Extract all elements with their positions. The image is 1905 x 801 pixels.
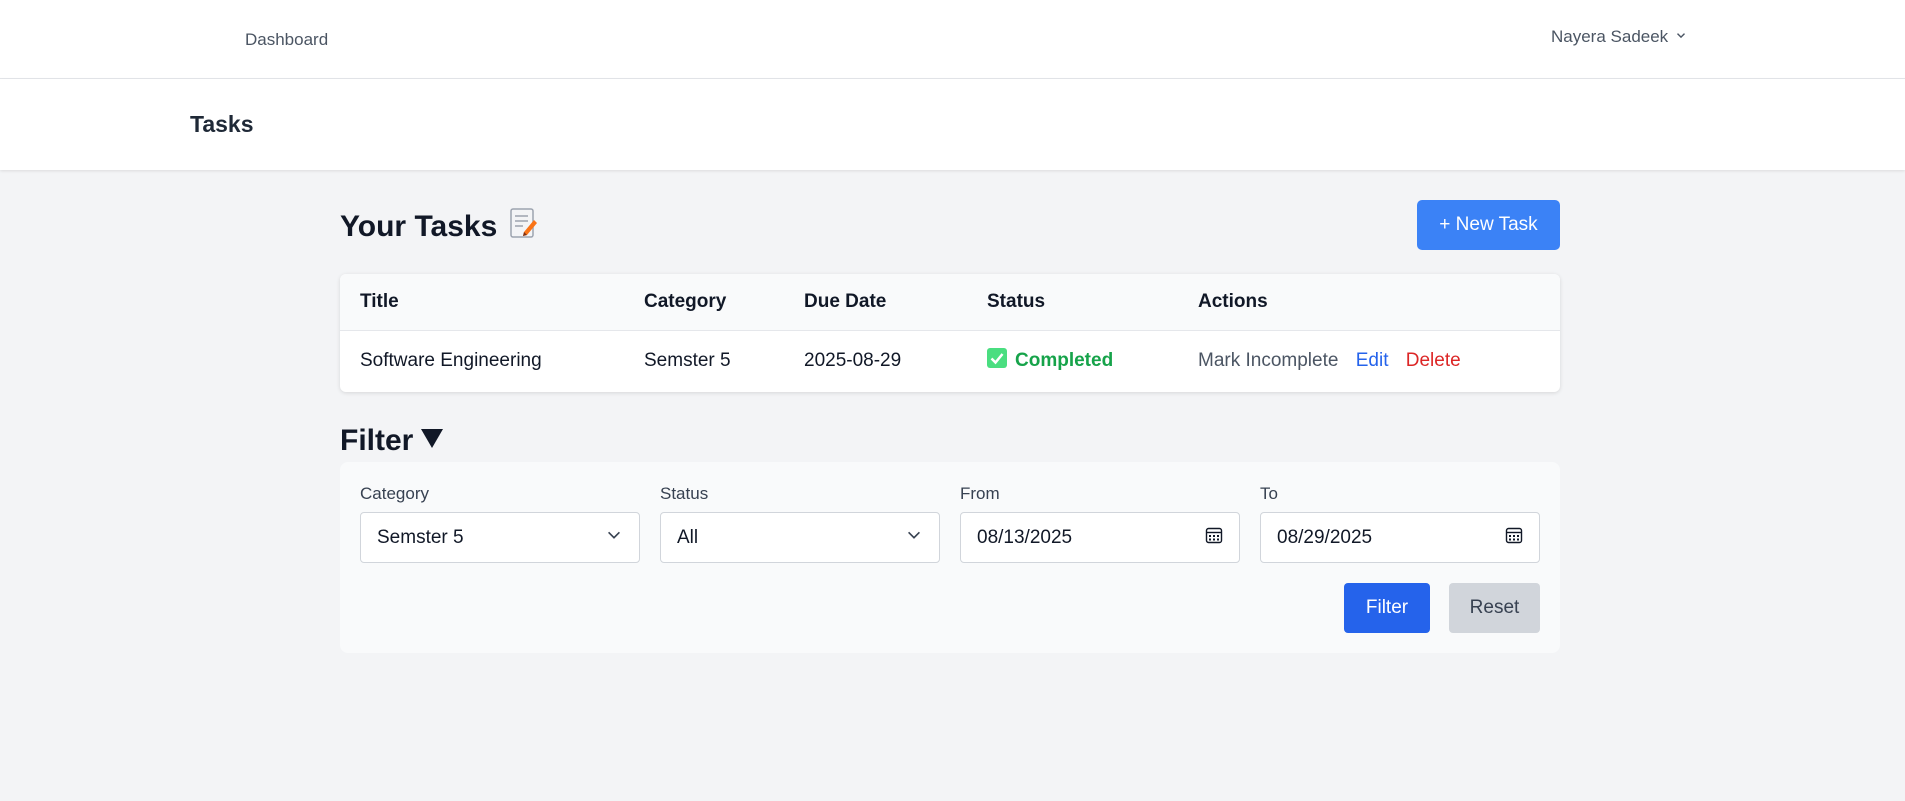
new-task-button[interactable]: + New Task <box>1417 200 1560 250</box>
chevron-down-icon <box>1674 27 1688 47</box>
user-menu[interactable]: Nayera Sadeek <box>1551 27 1688 47</box>
calendar-icon[interactable] <box>1205 526 1223 550</box>
status-select[interactable]: All <box>660 512 940 563</box>
task-due-date: 2025-08-29 <box>804 350 902 371</box>
to-date-input[interactable]: 08/29/2025 <box>1260 512 1540 563</box>
top-navigation: Dashboard Nayera Sadeek <box>0 0 1905 79</box>
status-label: Status <box>660 484 709 503</box>
from-date-group: From 08/13/2025 <box>960 484 1240 563</box>
from-date-value: 08/13/2025 <box>977 526 1073 548</box>
status-text: Completed <box>1015 350 1114 371</box>
to-date-value: 08/29/2025 <box>1277 526 1373 548</box>
column-header-category: Category <box>624 274 784 331</box>
edit-link[interactable]: Edit <box>1356 350 1389 371</box>
filter-panel: Category Semster 5 Status All From 08/13… <box>340 462 1560 653</box>
page-header: Tasks <box>0 79 1905 170</box>
category-filter-group: Category Semster 5 <box>360 484 640 563</box>
table-header-row: Title Category Due Date Status Actions <box>340 274 1560 331</box>
status-filter-group: Status All <box>660 484 940 563</box>
filter-heading: Filter <box>340 424 445 458</box>
from-date-input[interactable]: 08/13/2025 <box>960 512 1240 563</box>
table-row: Software Engineering Semster 5 2025-08-2… <box>340 330 1560 392</box>
from-label: From <box>960 484 1000 503</box>
triangle-down-icon <box>419 424 445 458</box>
nav-link-dashboard[interactable]: Dashboard <box>245 30 328 50</box>
to-date-group: To 08/29/2025 <box>1260 484 1540 563</box>
tasks-heading-text: Your Tasks <box>340 210 498 243</box>
to-label: To <box>1260 484 1278 503</box>
category-select[interactable]: Semster 5 <box>360 512 640 563</box>
mark-incomplete-link[interactable]: Mark Incomplete <box>1198 350 1338 371</box>
task-category: Semster 5 <box>644 350 731 371</box>
check-icon <box>987 348 1007 374</box>
status-badge: Completed <box>987 331 1178 392</box>
chevron-down-icon <box>905 526 923 550</box>
category-select-value: Semster 5 <box>377 526 464 548</box>
category-label: Category <box>360 484 429 503</box>
column-header-due-date: Due Date <box>784 274 967 331</box>
user-name: Nayera Sadeek <box>1551 27 1669 46</box>
reset-button[interactable]: Reset <box>1449 583 1540 633</box>
delete-link[interactable]: Delete <box>1406 350 1461 371</box>
filter-button[interactable]: Filter <box>1344 583 1430 633</box>
column-header-title: Title <box>340 274 624 331</box>
status-select-value: All <box>677 526 699 548</box>
chevron-down-icon <box>605 526 623 550</box>
filter-heading-text: Filter <box>340 424 414 457</box>
task-title: Software Engineering <box>360 350 542 371</box>
memo-icon <box>509 207 539 247</box>
tasks-table: Title Category Due Date Status Actions S… <box>340 274 1560 392</box>
calendar-icon[interactable] <box>1505 526 1523 550</box>
tasks-heading: Your Tasks <box>340 207 539 247</box>
column-header-actions: Actions <box>1178 274 1560 331</box>
column-header-status: Status <box>967 274 1178 331</box>
page-title: Tasks <box>190 111 254 137</box>
